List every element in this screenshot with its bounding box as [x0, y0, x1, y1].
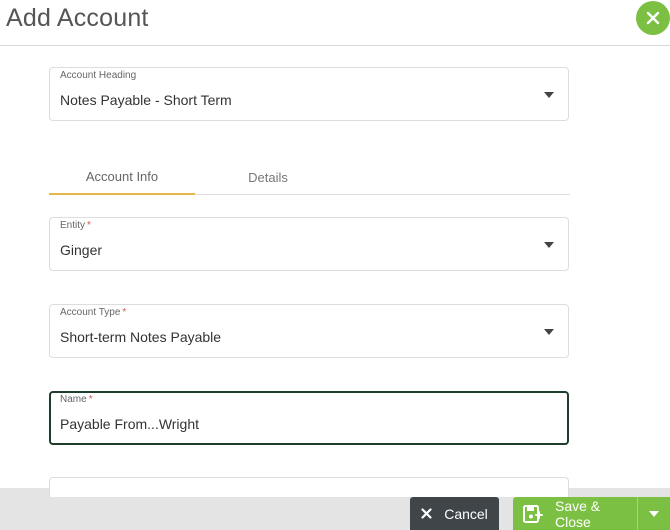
dialog-title: Add Account — [6, 4, 149, 32]
caret-down-icon — [544, 92, 554, 98]
name-input-value[interactable]: Payable From...Wright — [60, 416, 199, 432]
name-label-text: Name — [60, 394, 87, 405]
required-marker: * — [122, 307, 127, 318]
cancel-button[interactable]: Cancel — [410, 497, 499, 530]
caret-down-icon — [649, 510, 659, 517]
save-close-label: Save & Close — [555, 497, 601, 530]
save-options-dropdown[interactable] — [637, 497, 670, 530]
account-type-value: Short-term Notes Payable — [60, 329, 222, 345]
account-tabs: Account Info Details — [49, 160, 570, 195]
cancel-label: Cancel — [444, 505, 488, 522]
account-type-label-text: Account Type — [60, 307, 121, 318]
caret-down-icon — [544, 242, 554, 248]
account-heading-label: Account Heading — [60, 70, 137, 81]
account-type-label: Account Type * — [60, 307, 126, 318]
account-type-select[interactable]: Account Type * Short-term Notes Payable — [49, 304, 569, 358]
save-disk-icon — [523, 504, 543, 523]
tab-account-info[interactable]: Account Info — [49, 160, 195, 195]
entity-select[interactable]: Entity * Ginger — [49, 217, 569, 271]
required-marker: * — [88, 394, 93, 405]
next-field-partial[interactable] — [49, 477, 569, 497]
required-marker: * — [87, 220, 91, 231]
account-heading-value: Notes Payable - Short Term — [60, 92, 232, 108]
close-button[interactable] — [636, 1, 670, 35]
tab-details[interactable]: Details — [195, 160, 341, 195]
name-field[interactable]: Name * Payable From...Wright — [49, 391, 569, 445]
account-heading-select[interactable]: Account Heading Notes Payable - Short Te… — [49, 67, 569, 121]
tab-details-label: Details — [248, 170, 288, 185]
name-label: Name * — [60, 394, 93, 405]
dialog-header: Add Account — [0, 0, 670, 46]
entity-label-text: Entity — [60, 220, 86, 231]
save-close-button[interactable]: Save & Close — [513, 497, 637, 530]
entity-value: Ginger — [60, 242, 103, 258]
caret-down-icon — [544, 329, 554, 335]
tab-account-info-label: Account Info — [85, 169, 159, 184]
x-icon — [421, 508, 432, 519]
entity-label: Entity * — [60, 220, 91, 231]
close-icon — [646, 11, 660, 25]
